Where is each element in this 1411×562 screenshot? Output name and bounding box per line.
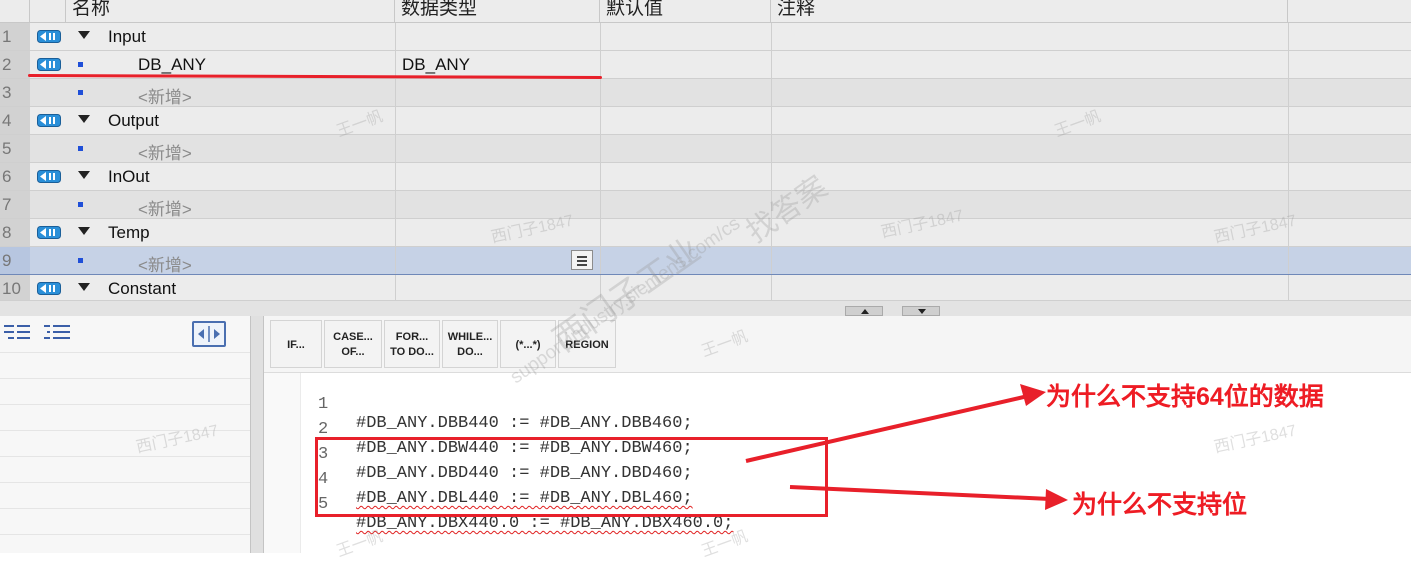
arrow-head-64bit: [1020, 384, 1046, 406]
arrow-head-bit: [1045, 489, 1068, 510]
annotation-bit-question: 为什么不支持位: [1072, 491, 1248, 519]
arrow-line-64bit: [745, 394, 1029, 463]
annotation-64bit-question: 为什么不支持64位的数据: [1046, 383, 1324, 411]
annotation-arrows: [745, 384, 1068, 510]
arrow-line-bit: [789, 485, 1051, 501]
